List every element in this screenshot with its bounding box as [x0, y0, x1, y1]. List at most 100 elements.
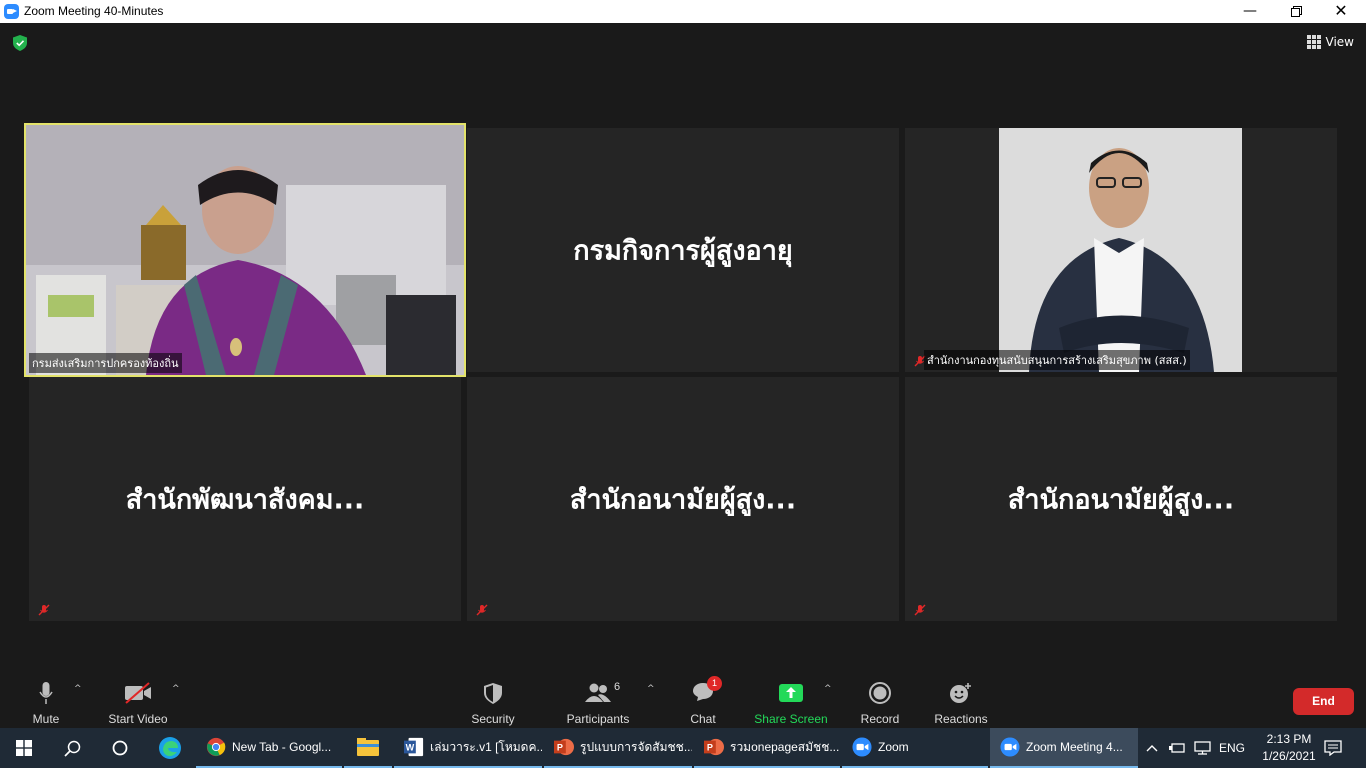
participants-label: Participants	[566, 712, 630, 726]
meeting-toolbar: Mute ^ Start Video ^ Security 6 Particip…	[0, 674, 1366, 728]
taskbar-app-chrome[interactable]: New Tab - Googl...	[196, 728, 342, 768]
taskbar-app-label: Zoom	[878, 740, 909, 754]
taskbar-app-label: Zoom Meeting 4...	[1026, 740, 1123, 754]
audio-options-caret[interactable]: ^	[74, 684, 82, 694]
muted-mic-icon	[914, 604, 926, 616]
muted-mic-icon	[476, 604, 488, 616]
powerpoint-icon: P	[704, 738, 724, 756]
taskbar-app-word[interactable]: W เล่มวาระ.v1 [โหมดค...	[394, 728, 542, 768]
video-tile-3[interactable]: สำนักงานกองทุนสนับสนุนการสร้างเสริมสุขภา…	[905, 128, 1337, 372]
view-label: View	[1325, 35, 1354, 49]
participant-name: สำนักพัฒนาสังคม...	[125, 484, 365, 516]
security-label: Security	[471, 712, 515, 726]
mute-button[interactable]: Mute	[26, 680, 66, 726]
taskbar-clock[interactable]: 2:13 PM 1/26/2021	[1258, 731, 1320, 765]
microphone-icon	[39, 682, 53, 704]
video-tile-2[interactable]: กรมกิจการผู้สูงอายุ	[467, 128, 899, 372]
file-explorer-icon	[357, 738, 379, 756]
taskbar-app-zoom-meeting[interactable]: Zoom Meeting 4...	[990, 728, 1138, 768]
participant-name: สำนักอนามัยผู้สูง...	[569, 484, 797, 516]
video-tile-5[interactable]: สำนักอนามัยผู้สูง...	[467, 377, 899, 621]
chat-label: Chat	[690, 712, 716, 726]
security-shield-icon	[484, 682, 502, 704]
cortana-circle-icon	[112, 740, 128, 756]
chat-button[interactable]: 1 Chat	[684, 675, 722, 726]
taskbar-app-powerpoint-2[interactable]: P รวมonepageสมัชช...	[694, 728, 840, 768]
search-icon	[63, 740, 80, 757]
participant-name: สำนักอนามัยผู้สูง...	[1007, 484, 1235, 516]
task-view-button[interactable]	[96, 728, 144, 768]
encryption-shield-icon[interactable]	[13, 35, 27, 51]
share-screen-button[interactable]: Share Screen	[754, 680, 828, 726]
clock-date: 1/26/2021	[1262, 749, 1316, 763]
record-button[interactable]: Record	[858, 680, 902, 726]
participant-name-label: กรมส่งเสริมการปกครองท้องถิ่น	[29, 353, 182, 373]
show-hidden-icons-button[interactable]	[1146, 728, 1160, 768]
chat-badge: 1	[707, 675, 722, 691]
muted-mic-icon	[38, 604, 50, 616]
window-title: Zoom Meeting 40-Minutes	[24, 4, 164, 18]
taskbar-app-explorer[interactable]	[344, 728, 392, 768]
security-button[interactable]: Security	[466, 680, 520, 726]
edge-icon	[159, 737, 181, 759]
chevron-up-icon	[1146, 745, 1158, 752]
language-indicator[interactable]: ENG	[1219, 728, 1245, 768]
powerpoint-icon: P	[554, 738, 574, 756]
participant-name: กรมกิจการผู้สูงอายุ	[573, 235, 793, 267]
start-video-button[interactable]: Start Video	[104, 680, 172, 726]
video-options-caret[interactable]: ^	[172, 684, 180, 694]
participants-options-caret[interactable]: ^	[647, 684, 655, 694]
network-tray-button[interactable]	[1194, 728, 1212, 768]
minimize-button[interactable]: —	[1227, 0, 1273, 23]
taskbar-app-label: เล่มวาระ.v1 [โหมดค...	[430, 739, 542, 754]
share-screen-label: Share Screen	[754, 712, 828, 726]
share-options-caret[interactable]: ^	[824, 684, 832, 694]
edge-button[interactable]	[146, 728, 194, 768]
svg-text:P: P	[557, 743, 563, 753]
zoom-logo-icon	[4, 4, 19, 19]
participants-button[interactable]: 6 Participants	[564, 680, 632, 726]
power-plug-icon	[1169, 743, 1185, 753]
participant-video	[26, 125, 464, 375]
notifications-button[interactable]	[1324, 728, 1344, 768]
video-tile-4[interactable]: สำนักพัฒนาสังคม...	[29, 377, 461, 621]
windows-logo-icon	[16, 740, 32, 756]
taskbar-app-zoom[interactable]: Zoom	[842, 728, 988, 768]
grid-icon	[1306, 35, 1321, 49]
restore-icon	[1290, 6, 1302, 17]
maximize-button[interactable]	[1273, 0, 1319, 23]
zoom-icon	[1000, 737, 1020, 757]
taskbar-app-powerpoint-1[interactable]: P รูปแบบการจัดสัมชช...	[544, 728, 692, 768]
participants-icon	[585, 683, 611, 702]
chrome-icon	[206, 737, 226, 757]
taskbar-app-label: New Tab - Googl...	[232, 740, 332, 754]
end-meeting-button[interactable]: End	[1293, 688, 1354, 715]
close-button[interactable]: ✕	[1318, 0, 1364, 23]
notification-icon	[1324, 740, 1342, 756]
participants-count: 6	[614, 681, 621, 693]
network-icon	[1194, 741, 1211, 755]
reactions-label: Reactions	[934, 712, 988, 726]
record-label: Record	[860, 712, 900, 726]
reactions-smiley-icon	[950, 683, 971, 703]
record-icon	[869, 682, 891, 704]
svg-text:W: W	[406, 743, 415, 753]
view-button[interactable]: View	[1306, 35, 1354, 49]
mute-label: Mute	[32, 712, 60, 726]
svg-text:P: P	[707, 743, 713, 753]
clock-time: 2:13 PM	[1266, 732, 1312, 746]
start-video-label: Start Video	[108, 712, 168, 726]
reactions-button[interactable]: Reactions	[932, 680, 990, 726]
windows-taskbar: New Tab - Googl... W เล่มวาระ.v1 [โหมดค.…	[0, 728, 1366, 768]
participant-photo	[999, 128, 1242, 372]
video-tile-1[interactable]: กรมส่งเสริมการปกครองท้องถิ่น	[24, 123, 466, 377]
search-button[interactable]	[48, 728, 96, 768]
start-button[interactable]	[0, 728, 48, 768]
title-bar: Zoom Meeting 40-Minutes — ✕	[0, 0, 1366, 23]
video-tile-6[interactable]: สำนักอนามัยผู้สูง...	[905, 377, 1337, 621]
word-icon: W	[404, 737, 424, 757]
zoom-icon	[852, 737, 872, 757]
taskbar-app-label: รูปแบบการจัดสัมชช...	[580, 739, 692, 754]
participant-name-label: สำนักงานกองทุนสนับสนุนการสร้างเสริมสุขภา…	[924, 350, 1190, 370]
power-tray-button[interactable]	[1168, 728, 1186, 768]
